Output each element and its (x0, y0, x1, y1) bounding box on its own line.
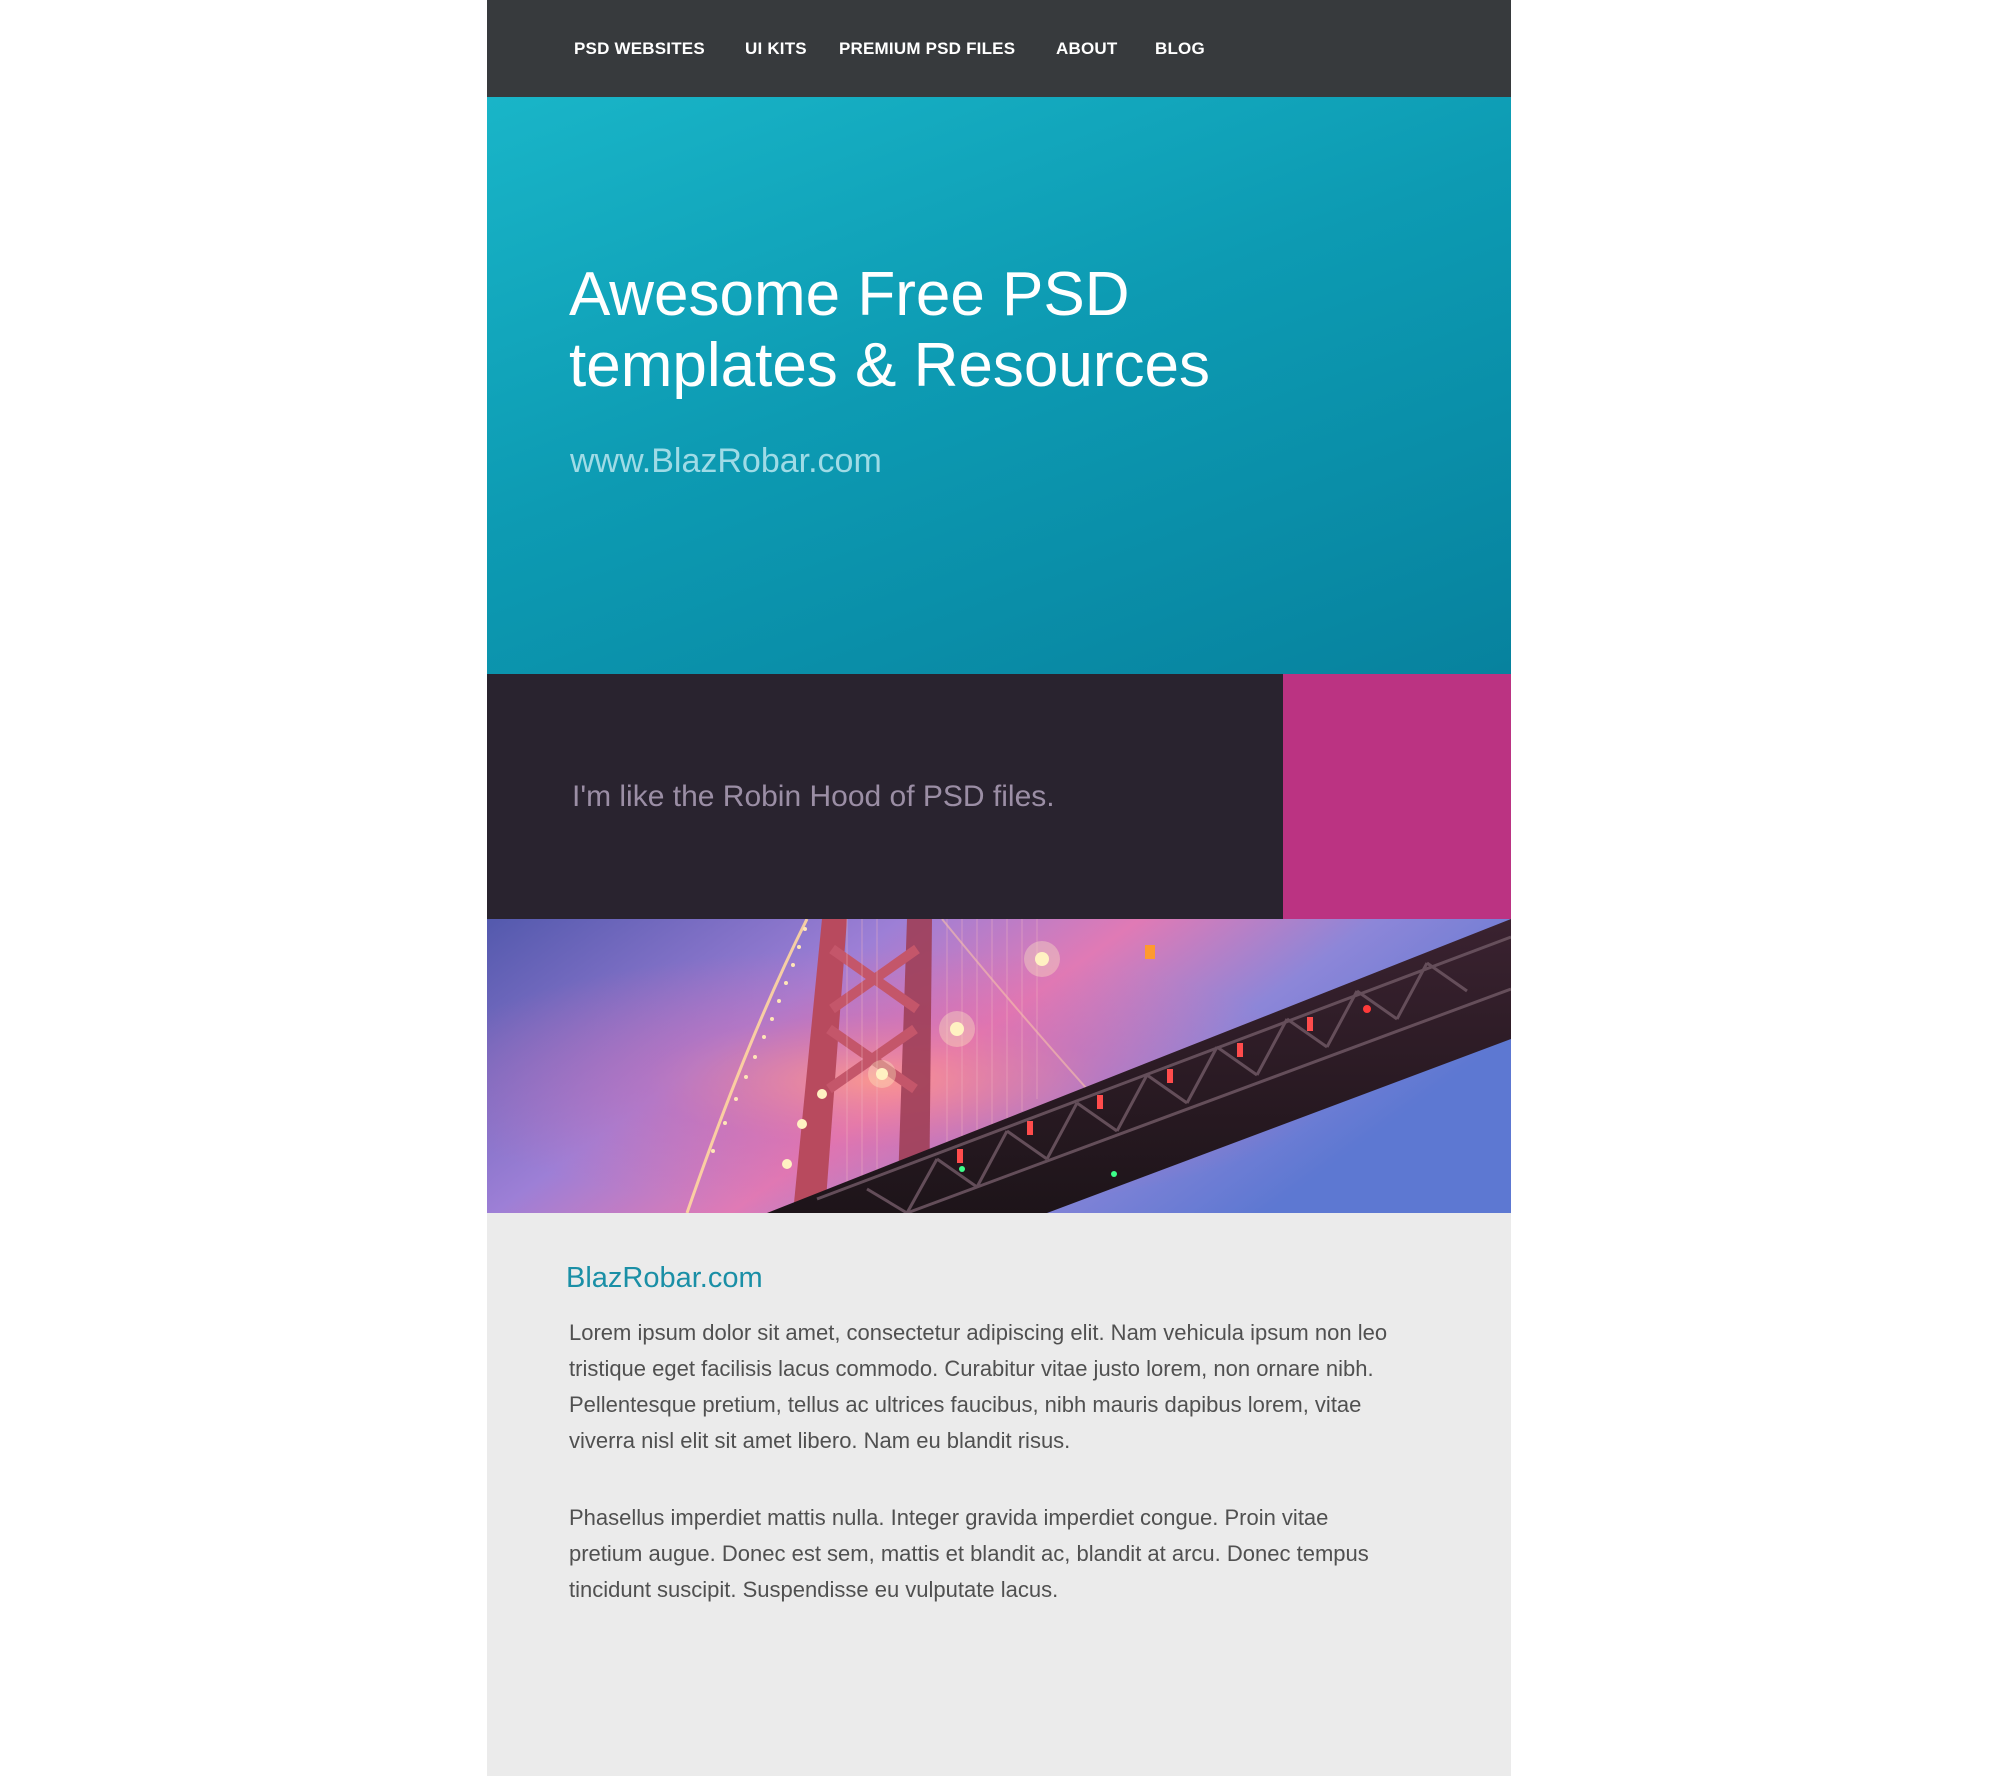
nav-item-premium-psd-files[interactable]: PREMIUM PSD FILES (839, 39, 1015, 59)
nav-item-blog[interactable]: BLOG (1155, 39, 1205, 59)
page: PSD WEBSITES UI KITS PREMIUM PSD FILES A… (487, 0, 1511, 1776)
hero-url: www.BlazRobar.com (570, 442, 882, 480)
content-paragraph-2: Phasellus imperdiet mattis nulla. Intege… (569, 1505, 1369, 1602)
hero-banner: Awesome Free PSD templates & Resources w… (487, 97, 1511, 674)
bridge-photo (487, 919, 1511, 1213)
nav-item-about[interactable]: ABOUT (1056, 39, 1117, 59)
accent-block (1283, 674, 1511, 919)
nav-item-ui-kits[interactable]: UI KITS (745, 39, 807, 59)
tagline-text: I'm like the Robin Hood of PSD files. (572, 780, 1055, 813)
tagline-band: I'm like the Robin Hood of PSD files. (487, 674, 1511, 919)
nav-item-psd-websites[interactable]: PSD WEBSITES (574, 39, 705, 59)
top-nav: PSD WEBSITES UI KITS PREMIUM PSD FILES A… (487, 0, 1511, 97)
content-paragraph-1: Lorem ipsum dolor sit amet, consectetur … (569, 1320, 1388, 1453)
hero-title: Awesome Free PSD templates & Resources (569, 260, 1210, 400)
content-title[interactable]: BlazRobar.com (566, 1262, 763, 1295)
